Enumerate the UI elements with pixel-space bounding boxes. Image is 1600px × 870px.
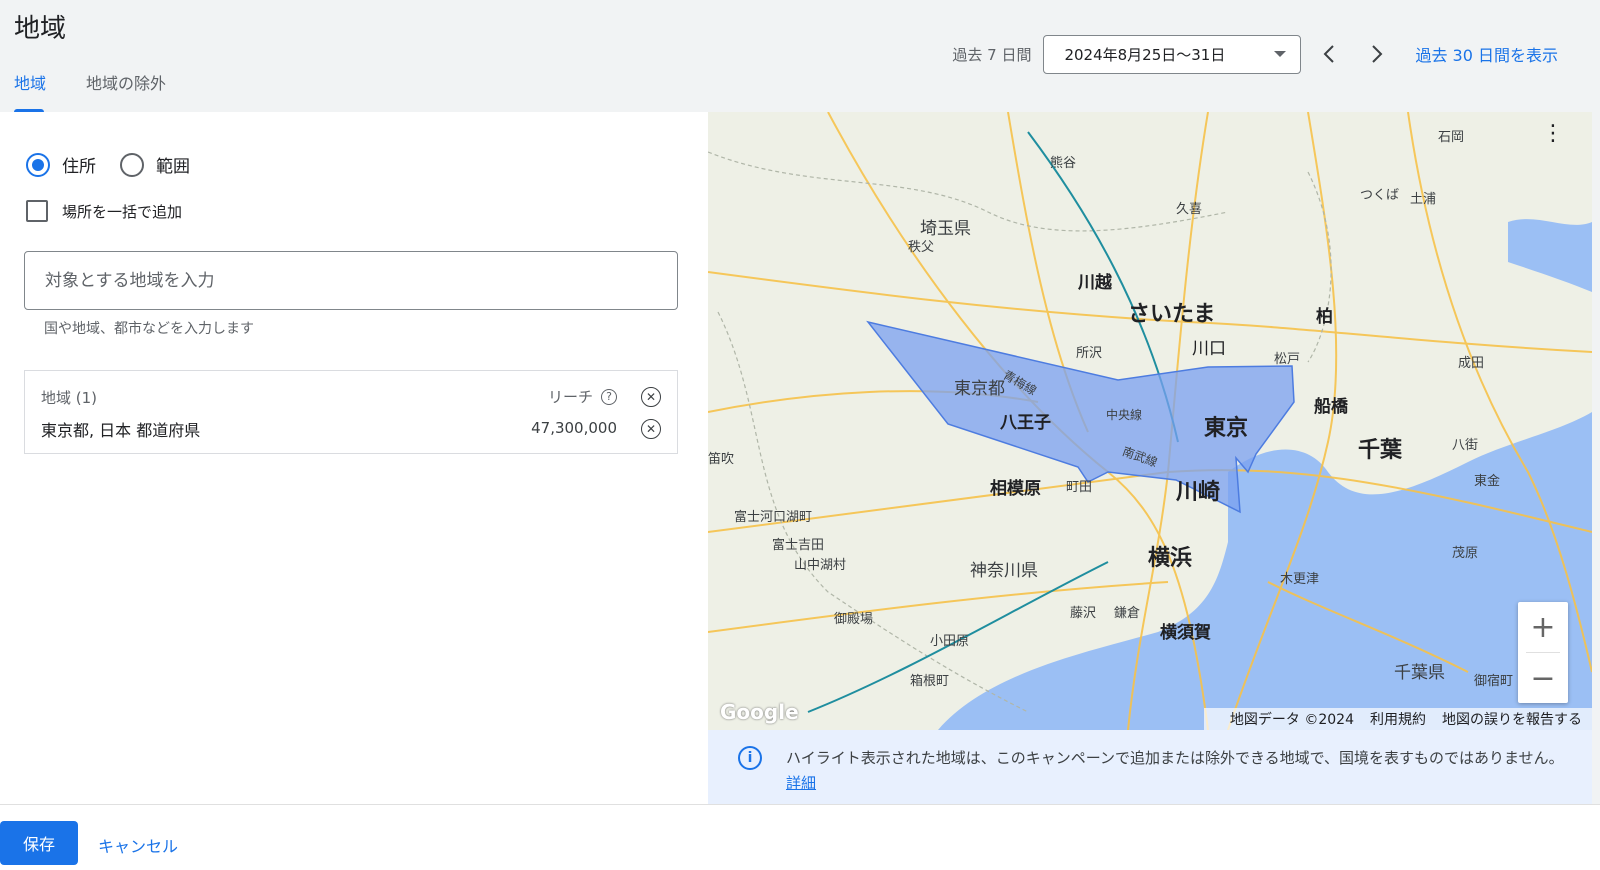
- map-attribution: 地図データ ©2024 利用規約 地図の誤りを報告する: [1203, 708, 1592, 730]
- tab-bar: 地域 地域の除外: [14, 70, 206, 112]
- map-label: 御殿場: [834, 612, 874, 627]
- info-details-link[interactable]: 詳細: [786, 774, 816, 792]
- map-label: 木更津: [1280, 572, 1320, 587]
- map-data-credit: 地図データ ©2024: [1229, 712, 1354, 728]
- info-text-container: ハイライト表示された地域は、このキャンペーンで追加または除外できる地域で、国境を…: [786, 746, 1566, 804]
- action-bar: 保存 キャンセル: [0, 804, 1600, 870]
- map-label: 中央線: [1106, 408, 1143, 422]
- map-label: 川崎: [1176, 480, 1221, 505]
- map-label: 成田: [1458, 356, 1485, 371]
- map-label: 富士河口湖町: [734, 510, 813, 525]
- selected-locations-list: 地域 (1) リーチ ? ✕ 東京都, 日本 都道府県 47,300,000 ✕: [24, 370, 678, 454]
- map-label: 千葉: [1358, 438, 1403, 463]
- next-period-button[interactable]: [1357, 34, 1397, 74]
- tab-location-exclusions[interactable]: 地域の除外: [86, 70, 166, 108]
- chevron-left-icon: [1324, 45, 1335, 63]
- map-label: 御宿町: [1474, 674, 1514, 689]
- date-range-area: 過去 7 日間 2024年8月25日〜31日 過去 30 日間を表示: [952, 34, 1558, 74]
- map-label: 久喜: [1176, 202, 1203, 217]
- map-label: 横浜: [1148, 546, 1193, 571]
- location-settings-panel: 住所 範囲 場所を一括で追加 国や地域、都市などを入力します 地域 (1) リー…: [0, 112, 708, 804]
- zoom-controls: + −: [1518, 602, 1568, 703]
- map-terms-link[interactable]: 利用規約: [1370, 709, 1426, 729]
- page-title: 地域: [14, 14, 67, 44]
- map-label: 山中湖村: [794, 558, 847, 573]
- help-icon[interactable]: ?: [601, 388, 617, 405]
- reach-header-label: リーチ: [547, 388, 593, 406]
- map-label: 笛吹: [708, 452, 735, 467]
- map-label: 富士吉田: [772, 538, 825, 553]
- map-label: 柏: [1316, 307, 1333, 327]
- map-label: 藤沢: [1070, 606, 1097, 621]
- radio-address[interactable]: [26, 152, 50, 177]
- bulk-add-checkbox[interactable]: [26, 200, 48, 222]
- map-label: 八街: [1452, 438, 1479, 453]
- map-label: 石岡: [1438, 130, 1465, 145]
- map-label: 川口: [1192, 339, 1226, 359]
- show-30-days-link[interactable]: 過去 30 日間を表示: [1415, 42, 1558, 66]
- map-label: 所沢: [1076, 346, 1103, 361]
- location-row-reach: 47,300,000: [531, 419, 617, 437]
- map-label: 松戸: [1274, 352, 1301, 367]
- map-label: 東京: [1204, 416, 1249, 441]
- date-range-select[interactable]: 2024年8月25日〜31日: [1043, 34, 1302, 74]
- map-label: 神奈川県: [970, 561, 1038, 581]
- radio-radius[interactable]: [120, 152, 144, 177]
- info-text: ハイライト表示された地域は、このキャンペーンで追加または除外できる地域で、国境を…: [786, 749, 1564, 767]
- map-label: 川越: [1078, 273, 1112, 293]
- locations-header: 地域 (1): [41, 389, 98, 407]
- date-range-value: 2024年8月25日〜31日: [1064, 45, 1226, 64]
- map-label: 横須賀: [1160, 623, 1211, 643]
- map-report-link[interactable]: 地図の誤りを報告する: [1442, 709, 1582, 729]
- radio-radius-label[interactable]: 範囲: [156, 152, 190, 177]
- zoom-in-button[interactable]: +: [1518, 602, 1568, 652]
- map-label: 相模原: [990, 479, 1041, 499]
- info-icon: i: [738, 746, 762, 770]
- chevron-right-icon: [1372, 45, 1383, 63]
- map-label: 茂原: [1452, 546, 1479, 561]
- map-label: 東金: [1474, 474, 1501, 489]
- map-label: 熊谷: [1050, 156, 1077, 171]
- remove-location-icon[interactable]: ✕: [641, 419, 661, 439]
- cancel-button[interactable]: キャンセル: [98, 833, 178, 857]
- caret-down-icon: [1274, 51, 1287, 57]
- google-logo: Google: [720, 700, 799, 724]
- map-menu-icon[interactable]: ⋮: [1542, 123, 1564, 145]
- map-label: 箱根町: [910, 674, 950, 689]
- previous-period-button[interactable]: [1309, 34, 1349, 74]
- info-banner: i ハイライト表示された地域は、このキャンペーンで追加または除外できる地域で、国…: [708, 730, 1592, 804]
- save-button[interactable]: 保存: [0, 821, 78, 865]
- map[interactable]: ⋮ 熊谷 久喜 埼玉県 秩父 川越 さいたま 所沢 川口 柏 つくば 土浦 石岡…: [708, 112, 1592, 730]
- location-type-radio-group: 住所 範囲: [26, 152, 214, 177]
- bulk-add-row: 場所を一括で追加: [26, 200, 182, 222]
- remove-all-icon[interactable]: ✕: [641, 387, 661, 407]
- map-label: 秩父: [908, 240, 935, 255]
- map-label: 千葉県: [1394, 663, 1445, 683]
- map-label: 船橋: [1314, 397, 1348, 417]
- reach-header: リーチ ?: [548, 386, 617, 407]
- map-label: さいたま: [1128, 302, 1216, 327]
- zoom-out-button[interactable]: −: [1518, 653, 1568, 703]
- map-canvas: [708, 112, 1592, 730]
- location-search-input[interactable]: [24, 251, 678, 310]
- map-label: 東京都: [954, 379, 1005, 399]
- bulk-add-label[interactable]: 場所を一括で追加: [62, 201, 182, 222]
- map-label: 土浦: [1410, 192, 1437, 207]
- map-label: 町田: [1066, 480, 1093, 495]
- search-helper-text: 国や地域、都市などを入力します: [44, 321, 254, 337]
- location-row-name: 東京都, 日本 都道府県: [41, 421, 201, 440]
- date-range-prefix: 過去 7 日間: [952, 45, 1032, 64]
- map-label: つくば: [1360, 188, 1400, 203]
- map-label: 八王子: [1000, 413, 1051, 433]
- map-label: 小田原: [930, 634, 970, 649]
- map-label: 鎌倉: [1114, 606, 1141, 621]
- radio-address-label[interactable]: 住所: [62, 152, 96, 177]
- tab-locations[interactable]: 地域: [14, 70, 46, 112]
